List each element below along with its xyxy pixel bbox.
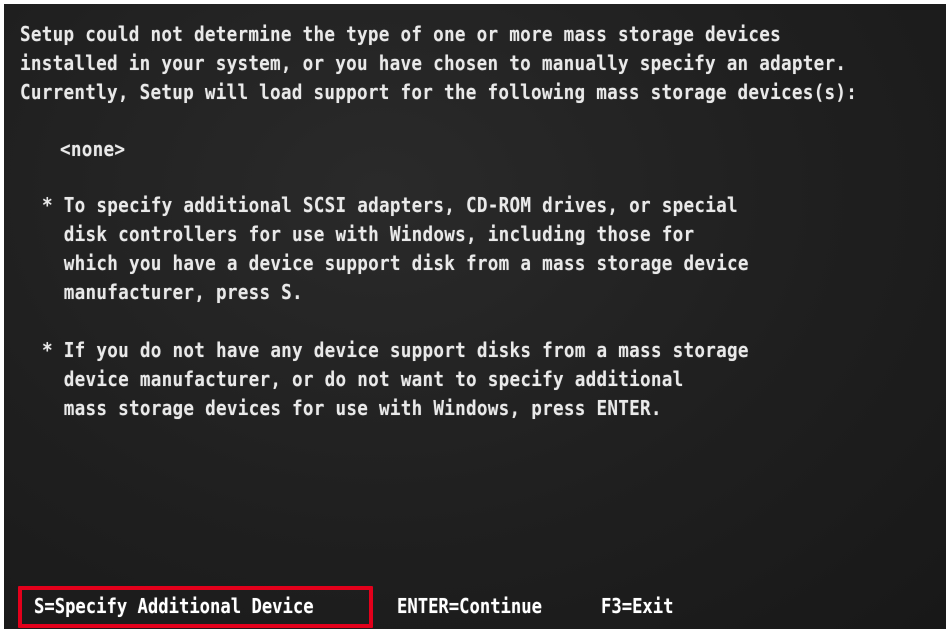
setup-screen: Setup could not determine the type of on… — [4, 4, 946, 629]
instruction-line: disk controllers for use with Windows, i… — [42, 222, 695, 246]
highlight-box — [18, 586, 373, 628]
instruction-line: * If you do not have any device support … — [42, 338, 749, 362]
intro-message: Setup could not determine the type of on… — [20, 20, 857, 107]
intro-line: Setup could not determine the type of on… — [20, 22, 782, 46]
instruction-line: manufacturer, press S. — [42, 280, 303, 304]
intro-line: installed in your system, or you have ch… — [20, 51, 847, 75]
instruction-line: * To specify additional SCSI adapters, C… — [42, 193, 738, 217]
device-list: <none> — [60, 137, 126, 161]
specify-instruction: * To specify additional SCSI adapters, C… — [42, 191, 749, 307]
exit-key[interactable]: F3=Exit — [601, 593, 673, 619]
intro-line: Currently, Setup will load support for t… — [20, 80, 858, 104]
instruction-line: device manufacturer, or do not want to s… — [42, 367, 684, 391]
continue-key[interactable]: ENTER=Continue — [397, 593, 542, 619]
instruction-line: which you have a device support disk fro… — [42, 251, 749, 275]
continue-instruction: * If you do not have any device support … — [42, 336, 749, 423]
instruction-line: mass storage devices for use with Window… — [42, 396, 662, 420]
